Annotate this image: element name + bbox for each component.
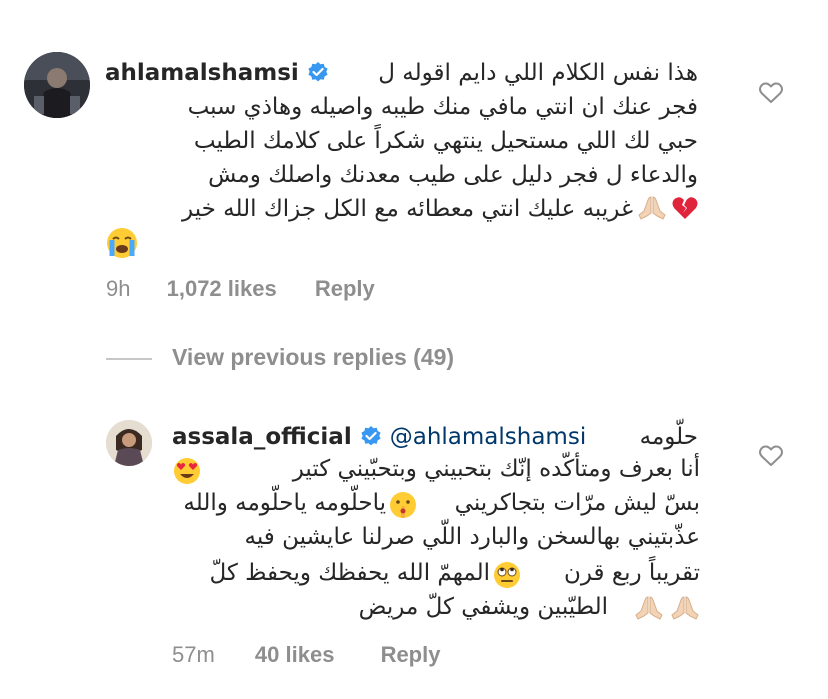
likes-count[interactable]: 1,072 likes [167, 276, 277, 301]
comment-text-line: فجر عنك ان انتي مافي منك طيبه واصيله وها… [187, 94, 698, 120]
comment-text-row: الطيّبين ويشفي كلّ مريض [172, 592, 700, 626]
verified-badge-icon [307, 61, 329, 83]
view-previous-replies-button[interactable]: View previous replies (49) [172, 344, 454, 371]
comment-text-line: حلّومه [639, 424, 698, 450]
comment-header: ahlamalshamsi [105, 60, 329, 86]
comment-text-line: هذا نفس الكلام اللي دايم اقوله ل [378, 60, 698, 86]
comment-text-line: عذّبتيني بهالسخن والبارد اللّي صرلنا عاي… [244, 524, 700, 550]
comment-text-row: تقريباً ربع قرن المهمّ الله يحفظك ويحفظ … [172, 558, 700, 592]
comment-text-line: بسّ ليش مرّات بتجاكريني [454, 490, 700, 516]
verified-badge-icon [360, 425, 382, 447]
comment-text-line: ياحلّومه ياحلّومه والله [183, 490, 386, 516]
avatar-ahlamalshamsi[interactable] [24, 52, 90, 118]
thread-divider [106, 358, 152, 360]
crying-face-emoji [105, 226, 139, 264]
comment-meta: 9h 1,072 likes Reply [106, 276, 375, 302]
praying-hands-emoji [670, 594, 700, 626]
like-heart-icon[interactable] [758, 443, 784, 469]
comment-text-line: المهمّ الله يحفظك ويحفظ كلّ [209, 560, 490, 586]
comment-text-row: غريبه عليك انتي معطائه مع الكل جزاك الله… [105, 194, 699, 228]
comment-text-row: أنا بعرف ومتأكّده إنّك بتحبيني وبتحبّيني… [172, 454, 700, 488]
comment-text-row: بسّ ليش مرّات بتجاكريني ياحلّومه ياحلّوم… [172, 488, 700, 522]
shushing-face-emoji [388, 490, 418, 524]
username-link[interactable]: ahlamalshamsi [105, 60, 299, 86]
comment-time: 9h [106, 276, 131, 301]
comment-text-line: أنا بعرف ومتأكّده إنّك بتحبيني وبتحبّيني… [292, 456, 700, 482]
like-heart-icon[interactable] [758, 80, 784, 106]
reply-button[interactable]: Reply [381, 642, 441, 667]
eye-roll-emoji [492, 560, 522, 594]
comment-header: assala_official @ahlamalshamsi [172, 424, 586, 450]
comment-text-line: الطيّبين ويشفي كلّ مريض [358, 594, 608, 620]
comment-text-line: حبي لك اللي مستحيل ينتهي شكراً على كلامك… [193, 128, 698, 154]
heart-eyes-emoji [172, 456, 202, 490]
comment-text-line: غريبه عليك انتي معطائه مع الكل جزاك الله… [182, 196, 633, 222]
username-link[interactable]: assala_official [172, 424, 352, 450]
comment-text-line: تقريباً ربع قرن [563, 560, 700, 586]
mention-link[interactable]: @ahlamalshamsi [390, 424, 586, 450]
avatar-assala_official[interactable] [106, 420, 152, 466]
comment-text-line: والدعاء ل فجر دليل على طيب معدنك واصلك و… [208, 162, 698, 188]
reply-button[interactable]: Reply [315, 276, 375, 301]
likes-count[interactable]: 40 likes [255, 642, 335, 667]
broken-heart-emoji [671, 194, 699, 226]
comment-time: 57m [172, 642, 215, 667]
praying-hands-emoji [634, 594, 664, 626]
praying-hands-emoji [637, 194, 667, 226]
comment-meta: 57m 40 likes Reply [172, 642, 440, 668]
